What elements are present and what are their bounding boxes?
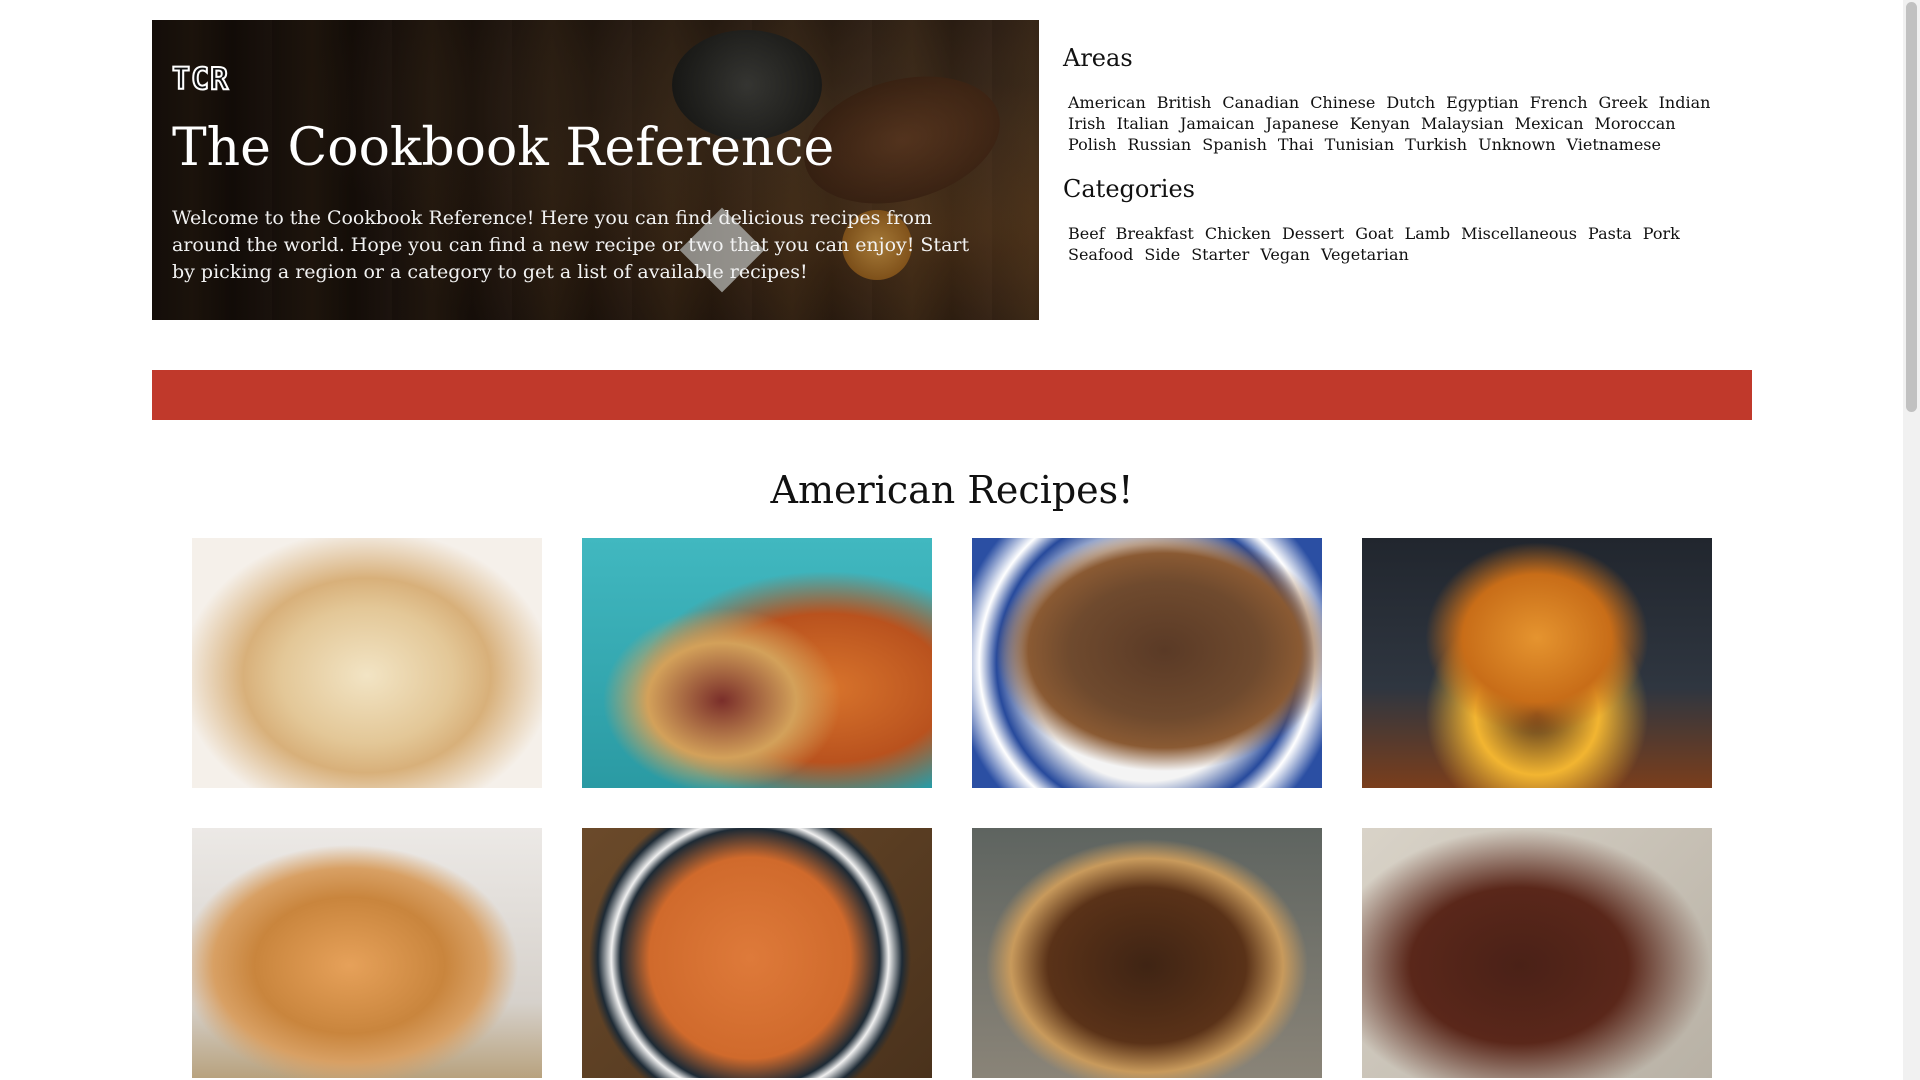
pecan-pie-photo[interactable]: [972, 828, 1322, 1078]
category-link-lamb[interactable]: Lamb: [1405, 223, 1451, 244]
category-link-beef[interactable]: Beef: [1068, 223, 1105, 244]
recipe-card[interactable]: [972, 828, 1322, 1078]
area-link-greek[interactable]: Greek: [1599, 92, 1648, 113]
area-link-italian[interactable]: Italian: [1117, 113, 1169, 134]
pulled-pork-sandwich-fries-photo[interactable]: [582, 538, 932, 788]
filter-panel: Areas American British Canadian Chinese Dutc…: [1063, 44, 1743, 265]
area-link-irish[interactable]: Irish: [1068, 113, 1106, 134]
recipe-card[interactable]: [582, 538, 932, 788]
area-link-unknown[interactable]: Unknown: [1478, 134, 1555, 155]
recipe-card[interactable]: [1362, 538, 1712, 788]
chicken-sandwich-photo[interactable]: [192, 828, 542, 1078]
categories-list: Beef Breakfast Chicken Dessert Goat Lamb Misce…: [1068, 223, 1743, 265]
category-link-chicken[interactable]: Chicken: [1205, 223, 1271, 244]
category-link-miscellaneous[interactable]: Miscellaneous: [1461, 223, 1577, 244]
recipe-card[interactable]: [1362, 828, 1712, 1078]
site-logo[interactable]: TCR: [171, 61, 229, 98]
category-link-seafood[interactable]: Seafood: [1068, 244, 1133, 265]
area-link-turkish[interactable]: Turkish: [1405, 134, 1467, 155]
hero-banner: TCR The Cookbook Reference Welcome to th…: [152, 20, 1039, 320]
recipe-card[interactable]: [972, 538, 1322, 788]
area-link-french[interactable]: French: [1530, 92, 1588, 113]
recipe-card[interactable]: [582, 828, 932, 1078]
area-link-indian[interactable]: Indian: [1659, 92, 1711, 113]
category-link-dessert[interactable]: Dessert: [1282, 223, 1344, 244]
area-link-dutch[interactable]: Dutch: [1386, 92, 1435, 113]
recipe-card[interactable]: [192, 828, 542, 1078]
intro-text: Welcome to the Cookbook Reference! Here …: [172, 207, 970, 283]
categories-heading: Categories: [1063, 175, 1195, 203]
pancakes-stack-photo[interactable]: [192, 538, 542, 788]
penne-pasta-bowl-photo[interactable]: [582, 828, 932, 1078]
category-link-pork[interactable]: Pork: [1643, 223, 1680, 244]
scrollbar-thumb[interactable]: [1906, 2, 1917, 412]
area-link-polish[interactable]: Polish: [1068, 134, 1117, 155]
recipes-section-title: American Recipes!: [770, 468, 1134, 512]
category-link-breakfast[interactable]: Breakfast: [1116, 223, 1194, 244]
area-link-malaysian[interactable]: Malaysian: [1421, 113, 1504, 134]
category-link-vegan[interactable]: Vegan: [1260, 244, 1310, 265]
area-link-british[interactable]: British: [1157, 92, 1212, 113]
site-title: The Cookbook Reference: [172, 118, 835, 178]
area-link-jamaican[interactable]: Jamaican: [1180, 113, 1255, 134]
category-link-side[interactable]: Side: [1144, 244, 1180, 265]
area-link-moroccan[interactable]: Moroccan: [1595, 113, 1676, 134]
beef-brisket-platter-photo[interactable]: [972, 538, 1322, 788]
area-link-vietnamese[interactable]: Vietnamese: [1567, 134, 1661, 155]
area-link-kenyan[interactable]: Kenyan: [1350, 113, 1410, 134]
recipe-card[interactable]: [192, 538, 542, 788]
category-link-goat[interactable]: Goat: [1355, 223, 1393, 244]
area-link-russian[interactable]: Russian: [1128, 134, 1192, 155]
red-divider-band: [152, 370, 1752, 420]
category-link-vegetarian[interactable]: Vegetarian: [1321, 244, 1409, 265]
chocolate-brownies-photo[interactable]: [1362, 828, 1712, 1078]
area-link-japanese[interactable]: Japanese: [1266, 113, 1339, 134]
area-link-egyptian[interactable]: Egyptian: [1446, 92, 1519, 113]
area-link-mexican[interactable]: Mexican: [1515, 113, 1584, 134]
areas-heading: Areas: [1063, 44, 1133, 72]
areas-list: American British Canadian Chinese Dutch Egypt…: [1068, 92, 1743, 155]
area-link-spanish[interactable]: Spanish: [1202, 134, 1267, 155]
category-link-starter[interactable]: Starter: [1191, 244, 1249, 265]
area-link-thai[interactable]: Thai: [1278, 134, 1314, 155]
double-cheeseburger-photo[interactable]: [1362, 538, 1712, 788]
area-link-american[interactable]: American: [1068, 92, 1146, 113]
area-link-canadian[interactable]: Canadian: [1222, 92, 1299, 113]
category-link-pasta[interactable]: Pasta: [1588, 223, 1632, 244]
vertical-scrollbar[interactable]: [1903, 0, 1920, 1080]
area-link-tunisian[interactable]: Tunisian: [1325, 134, 1395, 155]
area-link-chinese[interactable]: Chinese: [1310, 92, 1375, 113]
